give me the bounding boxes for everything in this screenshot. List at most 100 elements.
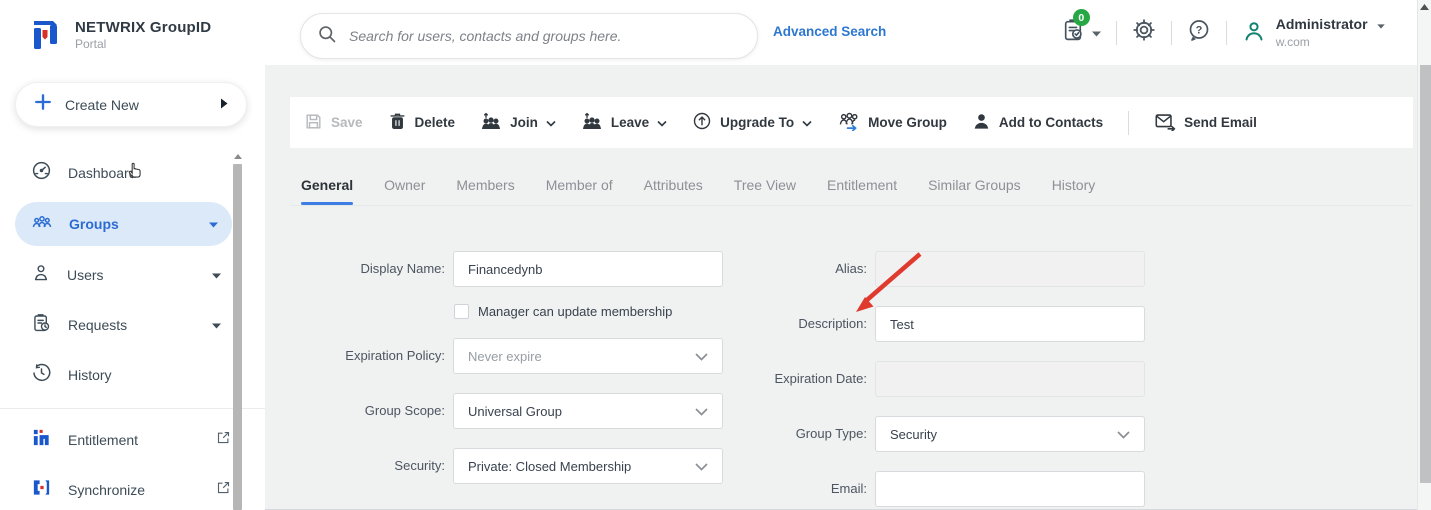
brand-subtitle: Portal: [75, 37, 107, 51]
description-input[interactable]: [875, 306, 1145, 342]
divider: [1115, 20, 1117, 45]
group-type-select[interactable]: Security: [875, 416, 1145, 452]
scrollbar-thumb[interactable]: [1419, 65, 1431, 483]
advanced-search-link[interactable]: Advanced Search: [773, 24, 886, 39]
join-button[interactable]: Join: [480, 111, 556, 134]
global-search[interactable]: [300, 13, 758, 59]
sidebar-item-requests[interactable]: Requests: [0, 300, 265, 350]
chevron-down-icon: [695, 404, 708, 419]
email-label: Email:: [830, 481, 867, 496]
topbar-icons: 0 ? Administrator w.com: [1061, 0, 1385, 65]
tab-attributes[interactable]: Attributes: [644, 177, 703, 205]
caret-right-icon: [220, 96, 228, 114]
add-contact-icon: [972, 112, 991, 134]
dashboard-icon: [31, 160, 52, 186]
sidebar-scrollbar[interactable]: [232, 150, 243, 510]
notification-count-badge: 0: [1072, 9, 1090, 26]
group-scope-select[interactable]: Universal Group: [453, 393, 723, 429]
groups-icon: [31, 212, 53, 237]
scroll-up-arrow-icon[interactable]: [1418, 0, 1431, 14]
tab-entitlement[interactable]: Entitlement: [827, 177, 897, 205]
security-label: Security:: [394, 458, 445, 473]
scrollbar-thumb[interactable]: [233, 164, 242, 510]
move-group-button[interactable]: Move Group: [837, 111, 947, 134]
chevron-down-icon: [212, 266, 221, 284]
app-window: NETWRIX GroupID Portal Create New Dashbo…: [0, 0, 1431, 510]
group-type-label: Group Type:: [795, 426, 867, 441]
sidebar-item-history[interactable]: History: [0, 350, 265, 400]
chevron-down-icon: [1117, 427, 1130, 442]
sidebar-item-dashboard[interactable]: Dashboard: [0, 148, 265, 198]
chevron-down-icon: [212, 316, 221, 334]
security-select[interactable]: Private: Closed Membership: [453, 448, 723, 484]
sidebar-item-label: Groups: [69, 216, 119, 232]
create-new-button[interactable]: Create New: [15, 82, 247, 127]
save-button[interactable]: Save: [304, 112, 363, 134]
page-scrollbar[interactable]: [1417, 0, 1431, 510]
gear-icon: [1132, 18, 1156, 47]
join-group-icon: [480, 111, 502, 134]
sidebar-item-label: Entitlement: [68, 432, 139, 448]
chevron-down-icon: [1091, 24, 1101, 42]
send-email-button[interactable]: Send Email: [1154, 112, 1257, 134]
brand-logo[interactable]: NETWRIX GroupID Portal: [26, 16, 211, 54]
divider: [1128, 110, 1130, 135]
user-domain: w.com: [1275, 35, 1310, 49]
settings-button[interactable]: [1132, 18, 1156, 47]
netwrix-logo-icon: [26, 16, 64, 54]
group-detail-tabs: General Owner Members Member of Attribut…: [290, 165, 1413, 206]
expiration-date-label: Expiration Date:: [774, 371, 868, 386]
tab-members[interactable]: Members: [456, 177, 514, 205]
sidebar-item-users[interactable]: Users: [0, 250, 265, 300]
divider: [1225, 20, 1227, 45]
user-icon: [31, 262, 51, 288]
scroll-up-arrow-icon[interactable]: [232, 150, 243, 162]
display-name-input[interactable]: [453, 251, 723, 287]
chevron-down-icon: [695, 349, 708, 364]
sidebar-item-label: Requests: [68, 317, 128, 333]
tab-similar-groups[interactable]: Similar Groups: [928, 177, 1021, 205]
requests-notification-button[interactable]: 0: [1061, 9, 1101, 48]
sidebar-divider: [0, 408, 265, 409]
help-button[interactable]: ?: [1187, 18, 1211, 47]
alias-input: [875, 251, 1145, 287]
delete-button[interactable]: Delete: [388, 112, 455, 134]
chevron-down-icon: [695, 459, 708, 474]
save-icon: [304, 112, 323, 134]
expiration-date-input: [875, 361, 1145, 397]
user-menu[interactable]: Administrator w.com: [1242, 15, 1385, 50]
manager-update-checkbox-row: Manager can update membership: [454, 304, 672, 319]
leave-button[interactable]: Leave: [581, 111, 667, 134]
tab-member-of[interactable]: Member of: [546, 177, 613, 205]
group-scope-label: Group Scope:: [364, 403, 445, 418]
search-input[interactable]: [349, 28, 741, 44]
chevron-down-icon: [546, 115, 556, 130]
expiration-policy-label: Expiration Policy:: [345, 348, 445, 363]
external-link-icon: [216, 480, 231, 500]
expiration-policy-select[interactable]: Never expire: [453, 338, 723, 374]
manager-update-checkbox-label[interactable]: Manager can update membership: [478, 304, 672, 319]
tab-owner[interactable]: Owner: [384, 177, 425, 205]
sidebar-nav: Dashboard Groups Users Requests History …: [0, 148, 265, 510]
upgrade-to-button[interactable]: Upgrade To: [692, 111, 812, 134]
sidebar: NETWRIX GroupID Portal Create New Dashbo…: [0, 0, 265, 510]
chevron-down-icon: [802, 115, 812, 130]
send-email-icon: [1154, 112, 1176, 134]
plus-icon: [34, 93, 52, 116]
user-name: Administrator: [1275, 16, 1368, 32]
tab-tree-view[interactable]: Tree View: [734, 177, 796, 205]
sidebar-item-entitlement[interactable]: Entitlement: [0, 415, 265, 465]
tab-history[interactable]: History: [1052, 177, 1096, 205]
group-toolbar: Save Delete Join Leave Upgrade To Move G…: [290, 97, 1413, 148]
tab-general[interactable]: General: [301, 177, 354, 205]
svg-text:?: ?: [1195, 25, 1202, 37]
sidebar-item-synchronize[interactable]: Synchronize: [0, 465, 265, 510]
email-input[interactable]: [875, 471, 1145, 507]
chevron-down-icon: [209, 215, 218, 233]
trash-icon: [388, 112, 407, 134]
profile-icon: [1242, 19, 1266, 48]
manager-update-checkbox[interactable]: [454, 304, 469, 319]
sidebar-item-groups[interactable]: Groups: [15, 202, 232, 246]
help-icon: ?: [1187, 18, 1211, 47]
add-to-contacts-button[interactable]: Add to Contacts: [972, 112, 1103, 134]
